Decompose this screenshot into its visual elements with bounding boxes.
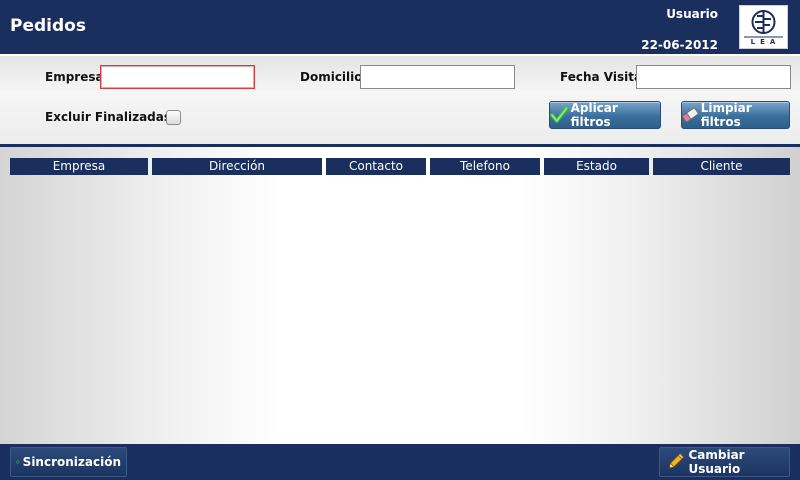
column-header-contacto[interactable]: Contacto [326, 158, 426, 175]
apply-filters-label: Aplicar filtros [570, 101, 618, 129]
empresa-label: Empresa [45, 70, 104, 84]
user-name: Usuario [666, 7, 718, 21]
pencil-icon [668, 453, 685, 469]
column-header-cliente[interactable]: Cliente [653, 158, 790, 175]
clear-filters-button[interactable]: Limpiar filtros [681, 101, 790, 129]
column-header-direccion[interactable]: Dirección [152, 158, 322, 175]
empresa-input[interactable] [100, 65, 255, 89]
column-header-telefono[interactable]: Telefono [430, 158, 540, 175]
sync-button[interactable]: Sincronización [10, 447, 127, 477]
fecha-visita-label: Fecha Visita [560, 70, 643, 84]
change-user-label: Cambiar Usuario [688, 448, 745, 476]
sync-label: Sincronización [22, 455, 121, 469]
column-header-estado[interactable]: Estado [544, 158, 649, 175]
apply-filters-button[interactable]: Aplicar filtros [549, 101, 661, 129]
page-title: Pedidos [10, 16, 86, 36]
company-logo: LEA [739, 5, 788, 49]
excluir-finalizadas-checkbox[interactable] [166, 110, 181, 125]
change-user-button[interactable]: Cambiar Usuario [659, 447, 790, 477]
orders-table-area [0, 147, 800, 444]
fecha-visita-input[interactable] [636, 65, 791, 89]
domicilio-input[interactable] [360, 65, 515, 89]
domicilio-label: Domicilio [300, 70, 363, 84]
eraser-icon [682, 107, 699, 123]
sync-icon [16, 460, 20, 464]
column-header-empresa[interactable]: Empresa [10, 158, 148, 175]
logo-text: LEA [750, 38, 781, 46]
current-date: 22-06-2012 [641, 38, 718, 52]
clear-filters-label: Limpiar filtros [700, 101, 752, 129]
excluir-finalizadas-label: Excluir Finalizadas [45, 110, 172, 124]
checkmark-icon [550, 106, 569, 123]
